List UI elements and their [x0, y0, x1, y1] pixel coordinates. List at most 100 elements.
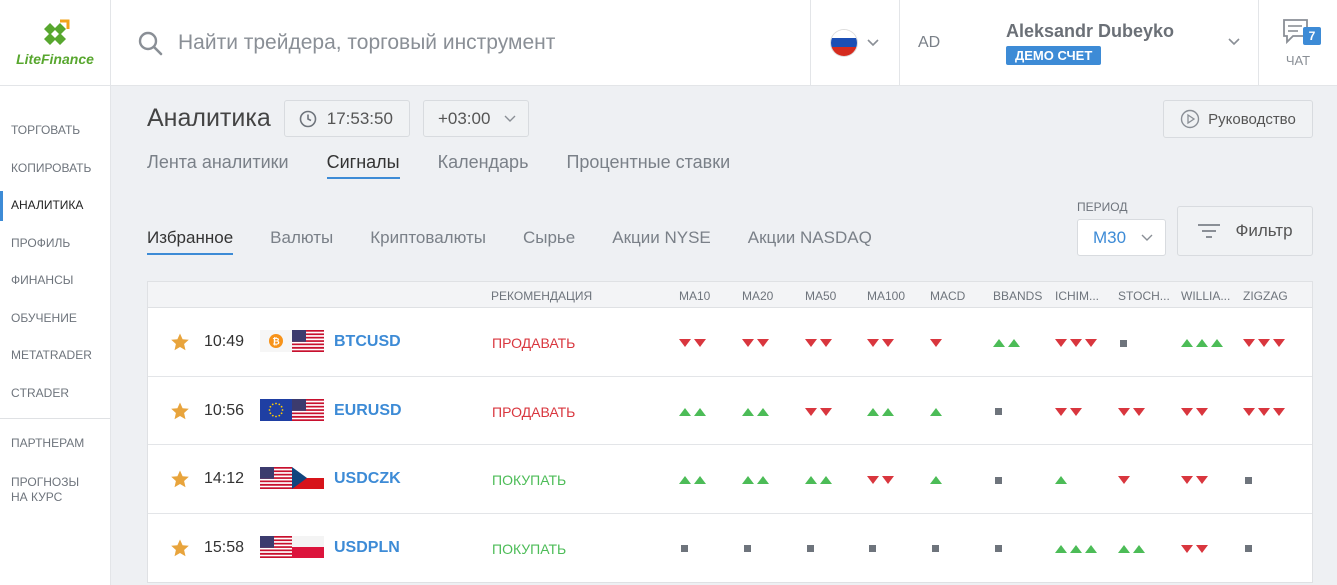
chat-unread-badge: 7	[1303, 27, 1321, 45]
signal-down-icon	[1196, 476, 1208, 484]
signal-up-icon	[930, 476, 942, 484]
sidebar-item-profile[interactable]: ПРОФИЛЬ	[0, 225, 110, 263]
subtab-favorites[interactable]: Избранное	[147, 228, 234, 255]
indicator-signal	[805, 337, 832, 349]
recommendation-label: ПРОДАВАТЬ	[492, 403, 576, 420]
sidebar-item-label: НА КУРС	[11, 489, 63, 504]
table-row[interactable]: 10:49 ₿ BTCUSD ПРОДАВАТЬ	[148, 308, 1312, 377]
logo[interactable]: LiteFinance	[0, 0, 111, 86]
signal-up-icon	[993, 339, 1005, 347]
favorite-star-icon[interactable]	[170, 469, 190, 489]
sidebar-item-education[interactable]: ОБУЧЕНИЕ	[0, 300, 110, 338]
instrument-symbol-link[interactable]: BTCUSD	[334, 333, 401, 351]
table-row[interactable]: 10:56 EURUSD ПРОДАВАТЬ	[148, 377, 1312, 445]
search-input[interactable]	[178, 30, 798, 55]
subtab-crypto[interactable]: Криптовалюты	[370, 228, 486, 255]
sidebar-item-analytics[interactable]: АНАЛИТИКА	[0, 187, 110, 225]
guide-button[interactable]: Руководство	[1163, 100, 1313, 138]
table-header: РЕКОМЕНДАЦИЯ MA10 MA20 MA50 MA100 MACD B…	[148, 282, 1312, 308]
sidebar-item-partners[interactable]: ПАРТНЕРАМ	[0, 425, 110, 463]
tab-signals[interactable]: Сигналы	[326, 152, 400, 179]
signal-down-icon	[1258, 407, 1270, 416]
signal-down-icon	[1181, 476, 1193, 484]
indicator-signal	[1243, 474, 1252, 486]
instrument-symbol-link[interactable]: USDPLN	[334, 539, 400, 557]
signal-down-icon	[1243, 407, 1255, 416]
instrument-flags	[260, 535, 324, 558]
account-info: Aleksandr Dubeyko ДЕМО СЧЕТ	[1006, 21, 1174, 65]
signal-down-icon	[742, 339, 754, 347]
eu-flag-icon	[260, 398, 292, 421]
indicator-signal	[930, 474, 942, 486]
indicator-signal	[993, 474, 1002, 486]
signal-down-icon	[757, 339, 769, 347]
table-row[interactable]: 15:58 USDPLN ПОКУПАТЬ	[148, 514, 1312, 583]
indicator-signal	[1118, 474, 1130, 486]
logo-text: LiteFinance	[16, 51, 94, 67]
cz-flag-icon	[292, 467, 324, 489]
signal-down-icon	[882, 476, 894, 484]
signal-down-icon	[679, 339, 691, 347]
indicator-signal	[742, 406, 769, 418]
indicator-signal	[930, 337, 942, 349]
period-select[interactable]: M30	[1077, 219, 1166, 256]
timezone-select[interactable]: +03:00	[422, 100, 530, 137]
chevron-down-icon	[1141, 234, 1153, 241]
signal-down-icon	[882, 339, 894, 347]
signal-up-icon	[757, 476, 769, 484]
signal-neutral-icon	[807, 545, 814, 552]
signal-up-icon	[1181, 339, 1193, 347]
instrument-symbol-link[interactable]: EURUSD	[334, 402, 402, 420]
chat-button[interactable]: 7 ЧАТ	[1259, 0, 1337, 85]
favorite-star-icon[interactable]	[170, 538, 190, 558]
signal-up-icon	[694, 476, 706, 484]
account-name: Aleksandr Dubeyko	[1006, 20, 1175, 41]
analytics-tabs: Лента аналитики Сигналы Календарь Процен…	[147, 152, 730, 179]
sidebar-item-copy[interactable]: КОПИРОВАТЬ	[0, 150, 110, 188]
favorite-star-icon[interactable]	[170, 332, 190, 352]
signal-up-icon	[1055, 544, 1067, 553]
sidebar-item-finance[interactable]: ФИНАНСЫ	[0, 262, 110, 300]
signal-down-icon	[1055, 339, 1067, 347]
signal-neutral-icon	[869, 545, 876, 552]
favorite-star-icon[interactable]	[170, 401, 190, 421]
chevron-down-icon	[867, 38, 879, 46]
signal-down-icon	[1133, 407, 1145, 416]
instrument-flags: ₿	[260, 330, 324, 352]
signal-neutral-icon	[1120, 339, 1127, 347]
subtab-nyse[interactable]: Акции NYSE	[612, 228, 711, 255]
instrument-flags	[260, 467, 324, 489]
us-flag-icon	[292, 330, 324, 352]
indicator-signal	[1055, 474, 1067, 486]
table-row[interactable]: 14:12 USDCZK ПОКУПАТЬ	[148, 445, 1312, 514]
subtab-nasdaq[interactable]: Акции NASDAQ	[748, 228, 872, 255]
indicator-signal	[1243, 406, 1285, 418]
indicator-signal	[805, 543, 814, 555]
sidebar-item-trade[interactable]: ТОРГОВАТЬ	[0, 112, 110, 150]
signal-down-icon	[867, 476, 879, 484]
language-selector[interactable]	[811, 0, 900, 85]
sidebar-item-forecasts[interactable]: ПРОГНОЗЫ НА КУРС	[0, 463, 110, 505]
subtab-commodities[interactable]: Сырье	[523, 228, 575, 255]
pl-flag-icon	[292, 535, 324, 558]
period-label: ПЕРИОД	[1077, 200, 1128, 214]
signal-down-icon	[1273, 407, 1285, 416]
signal-down-icon	[1118, 476, 1130, 484]
account-menu[interactable]: AD Aleksandr Dubeyko ДЕМО СЧЕТ	[900, 0, 1259, 85]
column-header-indicator: ZIGZAG	[1243, 289, 1288, 303]
sidebar-item-ctrader[interactable]: CTRADER	[0, 375, 110, 413]
sidebar-item-metatrader[interactable]: METATRADER	[0, 337, 110, 375]
filter-button[interactable]: Фильтр	[1177, 206, 1313, 256]
signal-up-icon	[1085, 544, 1097, 553]
indicator-signal	[930, 543, 939, 555]
indicator-signal	[1118, 406, 1145, 418]
instrument-symbol-link[interactable]: USDCZK	[334, 470, 401, 488]
btc-flag-icon: ₿	[260, 330, 292, 352]
tab-interest-rates[interactable]: Процентные ставки	[566, 152, 730, 179]
tab-analytics-feed[interactable]: Лента аналитики	[147, 152, 289, 179]
indicator-signal	[805, 406, 832, 418]
subtab-currencies[interactable]: Валюты	[270, 228, 333, 255]
signal-down-icon	[1118, 407, 1130, 416]
tab-calendar[interactable]: Календарь	[438, 152, 529, 179]
signal-up-icon	[867, 407, 879, 416]
